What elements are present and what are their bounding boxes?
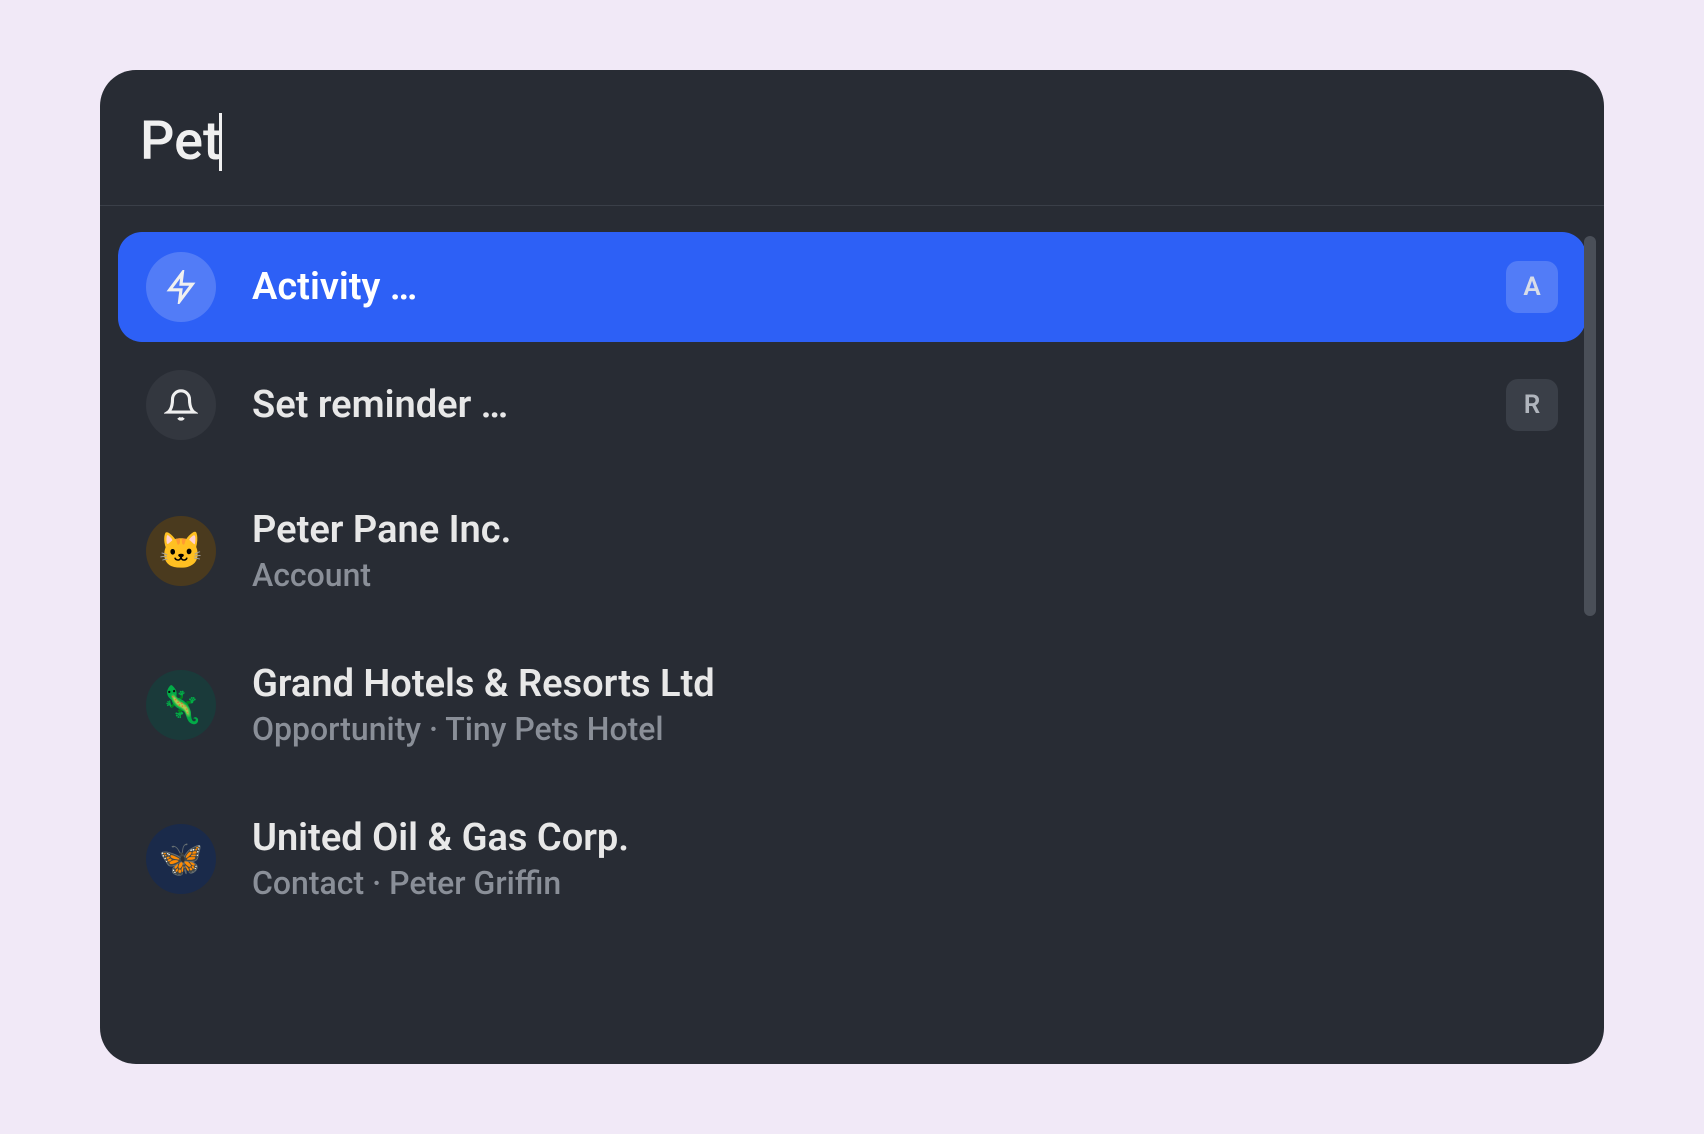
entity-item-united-oil[interactable]: 🦋 United Oil & Gas Corp. Contact · Peter…	[118, 796, 1586, 922]
command-palette: Pet Activity … A Set reminder … R	[100, 70, 1604, 1064]
entity-content: Grand Hotels & Resorts Ltd Opportunity ·…	[252, 662, 1558, 748]
avatar-emoji: 🦎	[159, 684, 204, 726]
entity-title: Grand Hotels & Resorts Ltd	[252, 662, 1558, 706]
scrollbar[interactable]	[1584, 236, 1596, 756]
shortcut-key: A	[1506, 261, 1558, 313]
action-item-activity[interactable]: Activity … A	[118, 232, 1586, 342]
avatar: 🐱	[146, 516, 216, 586]
action-label: Set reminder …	[252, 383, 1470, 427]
search-area: Pet	[100, 70, 1604, 206]
text-cursor	[219, 113, 222, 171]
entity-subtitle: Opportunity · Tiny Pets Hotel	[252, 710, 1558, 748]
avatar-emoji: 🦋	[159, 838, 204, 880]
spacer	[118, 468, 1586, 488]
entity-content: United Oil & Gas Corp. Contact · Peter G…	[252, 816, 1558, 902]
avatar: 🦎	[146, 670, 216, 740]
entity-title: United Oil & Gas Corp.	[252, 816, 1558, 860]
shortcut-key: R	[1506, 379, 1558, 431]
avatar: 🦋	[146, 824, 216, 894]
search-input[interactable]: Pet	[140, 110, 1564, 173]
entity-subtitle: Account	[252, 556, 1558, 594]
action-content: Set reminder …	[252, 383, 1470, 427]
entity-item-peter-pane[interactable]: 🐱 Peter Pane Inc. Account	[118, 488, 1586, 614]
action-label: Activity …	[252, 265, 1470, 309]
action-item-set-reminder[interactable]: Set reminder … R	[118, 350, 1586, 460]
results-list: Activity … A Set reminder … R 🐱 Peter Pa…	[100, 206, 1604, 976]
scrollbar-thumb[interactable]	[1584, 236, 1596, 616]
bell-icon	[146, 370, 216, 440]
lightning-icon	[146, 252, 216, 322]
avatar-emoji: 🐱	[159, 530, 204, 572]
search-query-text: Pet	[140, 110, 221, 173]
entity-title: Peter Pane Inc.	[252, 508, 1558, 552]
entity-item-grand-hotels[interactable]: 🦎 Grand Hotels & Resorts Ltd Opportunity…	[118, 642, 1586, 768]
action-content: Activity …	[252, 265, 1470, 309]
entity-content: Peter Pane Inc. Account	[252, 508, 1558, 594]
entity-subtitle: Contact · Peter Griffin	[252, 864, 1558, 902]
